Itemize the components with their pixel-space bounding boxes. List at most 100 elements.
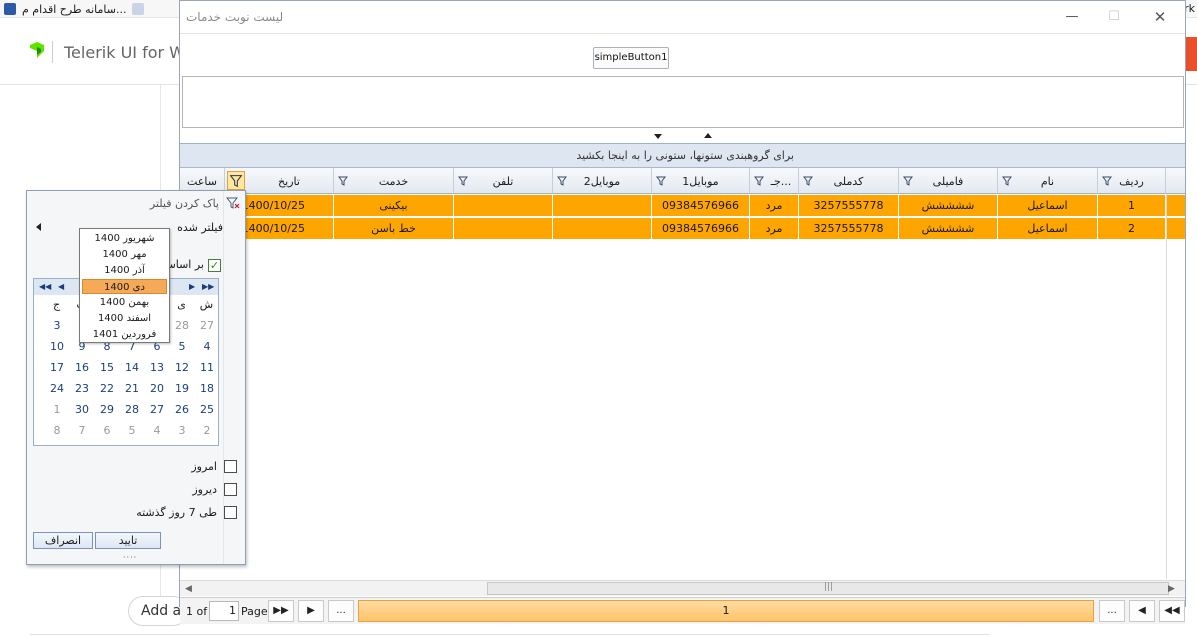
clear-filter-button[interactable]: پاک کردن فیلتر — [150, 197, 219, 210]
month-option[interactable]: اسفند 1400 — [82, 311, 167, 326]
last7days-option[interactable]: طی 7 روز گذشته — [136, 506, 237, 519]
calendar-day[interactable]: 23 — [71, 380, 93, 398]
header-mobile2[interactable]: موبایل2 — [553, 168, 652, 194]
header-service[interactable]: خدمت — [334, 168, 454, 194]
horizontal-scrollbar[interactable]: ◀ ||| ▶ — [180, 580, 1185, 596]
cell-radif[interactable]: 1 — [1098, 195, 1166, 216]
calendar-day[interactable]: 2 — [196, 422, 218, 440]
expand-arrow-icon[interactable] — [36, 223, 41, 231]
cancel-button[interactable]: انصراف — [33, 532, 93, 549]
header-family[interactable]: فامیلی — [899, 168, 998, 194]
minimize-button[interactable]: — — [1057, 7, 1087, 27]
calendar-day[interactable]: 16 — [71, 359, 93, 377]
calendar-day[interactable]: 28 — [171, 317, 193, 335]
prev-page-button[interactable]: ◀ — [1129, 600, 1155, 622]
month-option[interactable]: شهریور 1400 — [82, 231, 167, 246]
cell-codemelli[interactable]: 3257555778 — [799, 218, 899, 239]
header-radif[interactable]: ردیف — [1098, 168, 1166, 194]
last7days-checkbox[interactable] — [224, 506, 237, 519]
resize-grip[interactable]: ···· — [123, 553, 137, 562]
clear-filter-icon[interactable] — [226, 197, 240, 209]
month-option[interactable]: فروردین 1401 — [82, 327, 167, 342]
cell-service[interactable]: خط باسن — [334, 218, 454, 239]
scroll-left-icon[interactable]: ◀ — [185, 584, 192, 594]
table-row[interactable]: 2 اسماعیل ششششش 3257555778 مرد 093845769… — [180, 218, 1185, 240]
calendar-day[interactable]: 29 — [96, 401, 118, 419]
filter-icon-active[interactable] — [227, 171, 245, 190]
cell-phone[interactable] — [454, 218, 553, 239]
calendar-day[interactable]: 26 — [171, 401, 193, 419]
calendar-day[interactable]: 10 — [46, 338, 68, 356]
calendar-day[interactable]: 14 — [121, 359, 143, 377]
calendar-day[interactable]: 1 — [46, 401, 68, 419]
header-codemelli[interactable]: کدملی — [799, 168, 899, 194]
more-pages-left-button[interactable]: ... — [328, 600, 354, 622]
calendar-day[interactable]: 4 — [146, 422, 168, 440]
cell-name[interactable]: اسماعیل — [998, 195, 1098, 216]
cell-radif[interactable]: 2 — [1098, 218, 1166, 239]
calendar-day[interactable]: 11 — [196, 359, 218, 377]
next-page-button[interactable]: ▶ — [298, 600, 324, 622]
next-year-icon[interactable]: ▶▶ — [202, 282, 214, 291]
cell-family[interactable]: ششششش — [899, 218, 998, 239]
calendar-day[interactable]: 18 — [196, 380, 218, 398]
maximize-button[interactable]: ☐ — [1099, 7, 1129, 27]
cell-family[interactable]: ششششش — [899, 195, 998, 216]
scroll-right-icon[interactable]: ▶ — [1168, 584, 1175, 594]
simple-button[interactable]: simpleButton1 — [593, 47, 669, 69]
month-option-selected[interactable]: دی 1400 — [82, 279, 167, 294]
next-month-icon[interactable]: ▶ — [189, 282, 195, 291]
today-checkbox[interactable] — [224, 460, 237, 473]
calendar-day[interactable]: 4 — [196, 338, 218, 356]
page-strip-current[interactable]: 1 — [358, 600, 1094, 622]
header-jens[interactable]: جـ... — [750, 168, 799, 194]
collapse-down-icon[interactable] — [654, 134, 662, 139]
today-option[interactable]: امروز — [191, 460, 237, 473]
last-page-button[interactable]: ▶▶ — [268, 600, 294, 622]
bookmark-icon[interactable] — [132, 3, 145, 15]
yesterday-option[interactable]: دیروز — [192, 483, 237, 496]
brand-title[interactable]: Telerik UI for W — [64, 43, 185, 62]
calendar-day[interactable]: 5 — [121, 422, 143, 440]
collapse-up-icon[interactable] — [704, 133, 712, 138]
yesterday-checkbox[interactable] — [224, 483, 237, 496]
prev-month-icon[interactable]: ◀ — [58, 282, 64, 291]
header-name[interactable]: نام — [998, 168, 1098, 194]
cell-jens[interactable]: مرد — [750, 195, 799, 216]
calendar-day[interactable]: 21 — [121, 380, 143, 398]
side-tab[interactable] — [1185, 37, 1197, 71]
calendar-day[interactable]: 20 — [146, 380, 168, 398]
header-phone[interactable]: تلفن — [454, 168, 553, 194]
splitter[interactable] — [180, 130, 1185, 142]
cell-name[interactable]: اسماعیل — [998, 218, 1098, 239]
table-row[interactable]: 1 اسماعیل ششششش 3257555778 مرد 093845769… — [180, 195, 1185, 217]
cell-mobile1[interactable]: 09384576966 — [652, 195, 750, 216]
calendar-day[interactable]: 17 — [46, 359, 68, 377]
calendar-day[interactable]: 15 — [96, 359, 118, 377]
ok-button[interactable]: تایید — [95, 532, 161, 549]
group-panel[interactable]: برای گروهبندی ستونها، ستونی را به اینجا … — [180, 144, 1185, 168]
month-option[interactable]: آذر 1400 — [82, 263, 167, 278]
cell-codemelli[interactable]: 3257555778 — [799, 195, 899, 216]
calendar-day[interactable]: 8 — [46, 422, 68, 440]
calendar-day[interactable]: 12 — [171, 359, 193, 377]
cell-service[interactable]: بیکینی — [334, 195, 454, 216]
prev-year-icon[interactable]: ◀◀ — [39, 282, 51, 291]
calendar-day[interactable]: 27 — [146, 401, 168, 419]
close-button[interactable]: ✕ — [1145, 7, 1175, 27]
more-pages-right-button[interactable]: ... — [1099, 600, 1125, 622]
scroll-thumb[interactable]: ||| — [487, 582, 1169, 595]
page-number-input[interactable]: 1 — [209, 601, 239, 621]
calendar-day[interactable]: 6 — [96, 422, 118, 440]
calendar-day[interactable]: 3 — [171, 422, 193, 440]
filter-icon[interactable] — [754, 176, 764, 186]
cell-phone[interactable] — [454, 195, 553, 216]
cell-mobile1[interactable]: 09384576966 — [652, 218, 750, 239]
cell-mobile2[interactable] — [553, 218, 652, 239]
month-option[interactable]: مهر 1400 — [82, 247, 167, 262]
calendar-day[interactable]: 13 — [146, 359, 168, 377]
first-page-button[interactable]: ◀◀ — [1159, 600, 1185, 622]
calendar-day[interactable]: 28 — [121, 401, 143, 419]
cell-mobile2[interactable] — [553, 195, 652, 216]
telerik-logo-icon[interactable] — [28, 41, 46, 59]
